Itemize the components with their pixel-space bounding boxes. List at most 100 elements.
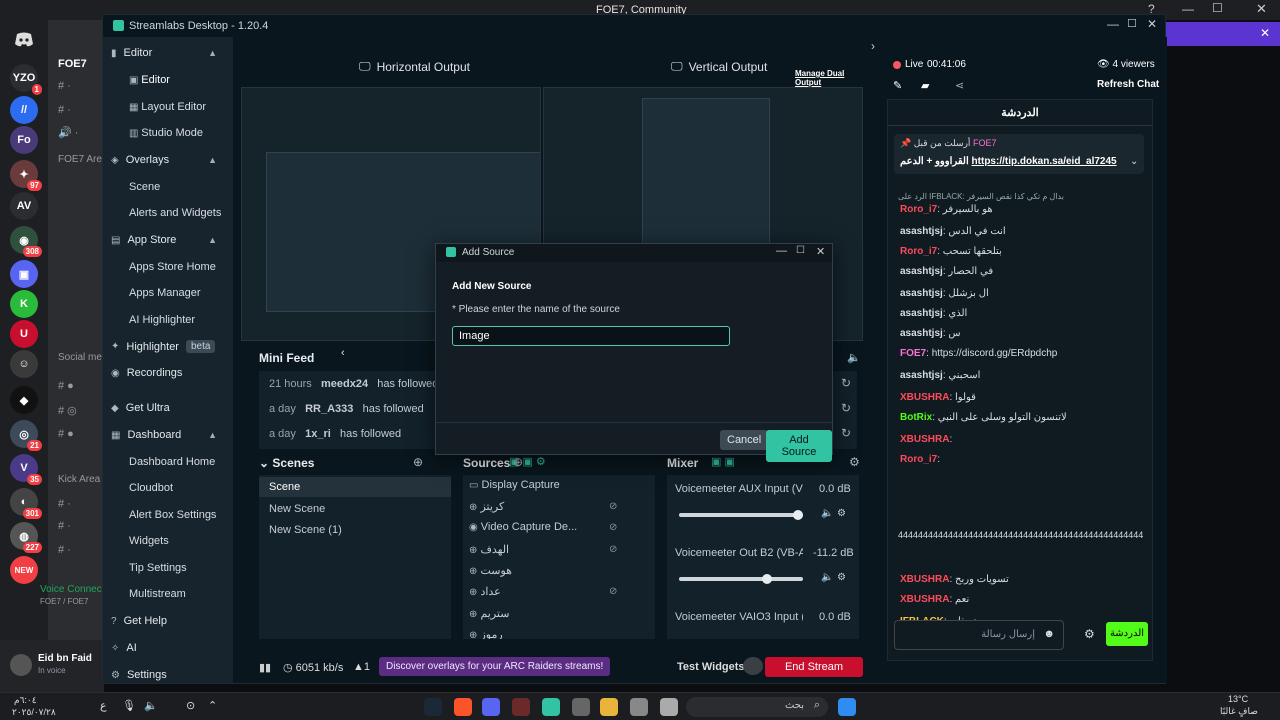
hidden-eye-icon[interactable]: ⊘	[609, 544, 617, 555]
maximize-icon[interactable]: ☐	[1212, 1, 1223, 15]
chat-username[interactable]: XBUSHRA	[900, 434, 949, 445]
store-icon[interactable]	[630, 698, 648, 716]
hidden-eye-icon[interactable]: ⊘	[609, 586, 617, 597]
chat-username[interactable]: asashtjsj	[900, 328, 943, 339]
chat-username[interactable]: asashtjsj	[900, 226, 943, 237]
camera-icon[interactable]: ▰	[921, 79, 929, 92]
category-area1[interactable]: FOE7 Area	[58, 154, 104, 165]
emoji-icon[interactable]: ☻	[1043, 628, 1055, 640]
nav-item-apps-store-home[interactable]: Apps Store Home	[129, 261, 216, 273]
chat-username[interactable]: Roro_i7	[900, 246, 937, 257]
nav-section-settings[interactable]: ⚙ Settings	[111, 669, 167, 681]
stats-icon[interactable]: ▮▮	[259, 661, 271, 674]
speaker-icon[interactable]: 🔈	[847, 351, 861, 364]
new-badge-icon[interactable]: NEW	[10, 556, 38, 584]
nav-item-studio-mode[interactable]: ▥ Studio Mode	[129, 127, 203, 139]
voicemeeter-icon[interactable]	[512, 698, 530, 716]
server-globe-icon[interactable]: ◎ 21	[10, 420, 42, 451]
nav-item-widgets[interactable]: Widgets	[129, 535, 169, 547]
maximize-icon[interactable]: ☐	[796, 245, 805, 256]
channel-hash[interactable]: # ·	[58, 520, 71, 532]
close-icon[interactable]: ✕	[1147, 17, 1157, 31]
brave-icon[interactable]	[454, 698, 472, 716]
chat-username[interactable]: asashtjsj	[900, 370, 943, 381]
channel-voice[interactable]: 🔊 ·	[58, 126, 78, 139]
replay-icon[interactable]: ↻	[841, 426, 851, 440]
minimize-icon[interactable]: —	[1182, 2, 1194, 16]
gear-icon[interactable]: ⚙	[1084, 627, 1095, 641]
source-tools-icon[interactable]: ▣ ▣	[711, 455, 735, 468]
server-v-icon[interactable]: V 35	[10, 454, 42, 485]
channel-hash[interactable]: # ●	[58, 428, 74, 440]
list-item[interactable]: ⊕ ستريم	[469, 607, 509, 620]
channel-hash[interactable]: # ◎	[58, 404, 77, 417]
channel-hash[interactable]: # ●	[58, 380, 74, 392]
replay-icon[interactable]: ↻	[841, 401, 851, 415]
nav-section-highlighter[interactable]: ✦ Highlighter beta	[111, 340, 216, 353]
add-scene-icon[interactable]: ⊕	[413, 455, 423, 469]
volume-slider-knob[interactable]	[762, 574, 773, 584]
nav-section-overlays[interactable]: ◈ Overlays ▲	[111, 154, 225, 166]
gear-icon[interactable]: ⚙	[849, 455, 860, 469]
chevron-up-icon[interactable]: ⌃	[208, 699, 217, 712]
pinned-link[interactable]: https://tip.dokan.sa/eid_al7245	[972, 156, 1117, 167]
chat-username[interactable]: XBUSHRA	[900, 594, 949, 605]
app-icon[interactable]	[660, 698, 678, 716]
steam-icon[interactable]	[424, 698, 442, 716]
manage-dual-output-link[interactable]: Manage Dual Output	[795, 69, 869, 87]
maximize-icon[interactable]: ☐	[1127, 17, 1137, 30]
avatar[interactable]	[10, 654, 32, 676]
network-icon[interactable]: ⊙	[186, 699, 195, 712]
hidden-eye-icon[interactable]: ⊘	[609, 501, 617, 512]
nav-item-alert-box-settings[interactable]: Alert Box Settings	[129, 509, 216, 521]
channel-hash[interactable]: # ·	[58, 498, 71, 510]
nav-item-layout-editor[interactable]: ▦ Layout Editor	[129, 101, 206, 113]
close-icon[interactable]: ✕	[816, 245, 825, 258]
minimize-icon[interactable]: —	[1107, 17, 1119, 31]
nav-section-recordings[interactable]: ◉ Recordings	[111, 367, 182, 379]
nav-item-dashboard-home[interactable]: Dashboard Home	[129, 456, 215, 468]
nav-section-ai[interactable]: ✧ AI	[111, 642, 137, 654]
list-item[interactable]: New Scene	[269, 503, 325, 515]
chat-username[interactable]: asashtjsj	[900, 266, 943, 277]
server-foe7-icon[interactable]: Fo	[10, 126, 38, 154]
server-grey2-icon[interactable]: ◍ 227	[10, 522, 42, 553]
discord-icon[interactable]	[10, 26, 38, 54]
gear-icon[interactable]: ⚙	[837, 508, 846, 519]
volume-slider-knob[interactable]	[793, 510, 804, 520]
list-item[interactable]: ⊕ هوست	[469, 564, 512, 577]
nav-item-alerts-widgets[interactable]: Alerts and Widgets	[129, 207, 221, 219]
list-item[interactable]: ⊕ رموز	[469, 628, 503, 639]
chat-username[interactable]: asashtjsj	[900, 288, 943, 299]
mouse-app-icon[interactable]	[572, 698, 590, 716]
list-item[interactable]: ⊕ كريتز	[469, 500, 504, 513]
server-red2-icon[interactable]: U	[10, 320, 38, 348]
promo-banner[interactable]: Discover overlays for your ARC Raiders s…	[379, 657, 611, 676]
discord-taskbar-icon[interactable]	[482, 698, 500, 716]
add-source-icon[interactable]: ⊕	[513, 455, 523, 469]
share-icon[interactable]: ⋖	[955, 79, 964, 92]
windows-start-icon[interactable]	[838, 698, 856, 716]
close-icon[interactable]: ✕	[1256, 1, 1267, 17]
server-grey-icon[interactable]: ◐ 301	[10, 488, 42, 519]
server-green-icon[interactable]: ◉ 308	[10, 226, 42, 257]
source-name-input[interactable]	[452, 326, 730, 346]
channel-hash[interactable]: # ·	[58, 80, 71, 92]
language-icon[interactable]: ع	[100, 699, 107, 712]
volume-icon[interactable]: 🔈	[144, 699, 158, 712]
list-item[interactable]: ◉ Video Capture De...	[469, 521, 577, 533]
file-explorer-icon[interactable]	[600, 698, 618, 716]
server-yzo-icon[interactable]: YZO 1	[10, 64, 42, 95]
nav-item-editor[interactable]: ▣ Editor	[129, 74, 170, 86]
hidden-eye-icon[interactable]: ⊘	[609, 522, 617, 533]
server-blue-icon[interactable]: //	[10, 96, 38, 124]
close-icon[interactable]: ✕	[1260, 26, 1270, 40]
category-social[interactable]: Social med	[58, 352, 104, 363]
chevron-down-icon[interactable]: ⌄	[1130, 156, 1138, 167]
end-stream-button[interactable]: End Stream	[765, 657, 863, 677]
server-dark-icon[interactable]: ◆	[10, 386, 38, 414]
chat-username[interactable]: FOE7	[900, 348, 926, 359]
nav-item-cloudbot[interactable]: Cloudbot	[129, 482, 173, 494]
edit-icon[interactable]: ✎	[893, 79, 902, 92]
channel-hash[interactable]: # ·	[58, 104, 71, 116]
